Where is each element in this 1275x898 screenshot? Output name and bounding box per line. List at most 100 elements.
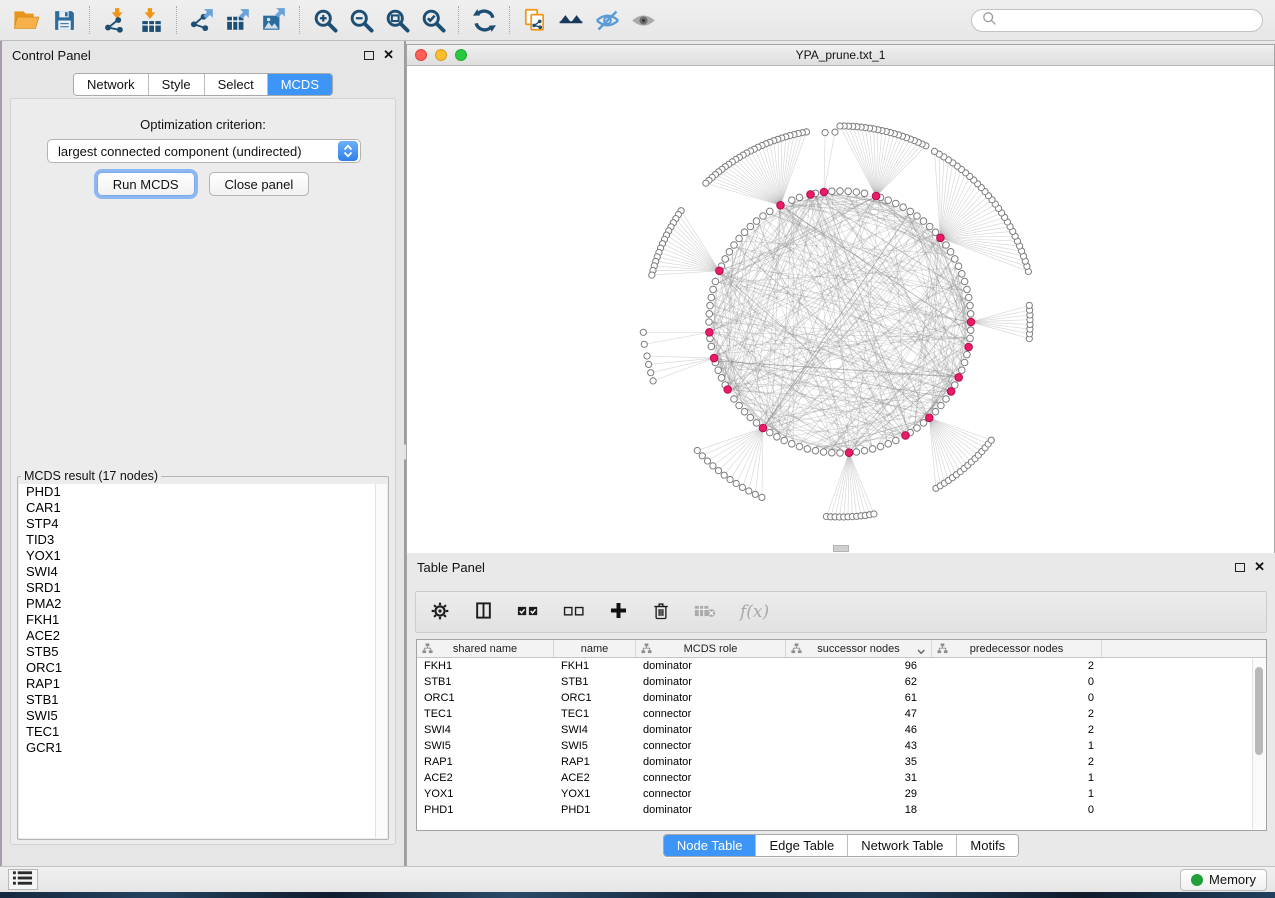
mcds-result-item[interactable]: PMA2 bbox=[19, 596, 387, 612]
mcds-result-item[interactable]: PHD1 bbox=[19, 484, 387, 500]
table-cell[interactable]: 31 bbox=[786, 772, 932, 784]
close-panel-icon[interactable]: ✕ bbox=[383, 50, 394, 60]
zoom-selected-button[interactable] bbox=[415, 3, 451, 37]
tab-network[interactable]: Network bbox=[74, 74, 149, 95]
column-header-successor-nodes[interactable]: successor nodes bbox=[786, 640, 932, 657]
column-header-predecessor-nodes[interactable]: predecessor nodes bbox=[932, 640, 1102, 657]
network-graph[interactable] bbox=[407, 66, 1274, 552]
mcds-result-item[interactable]: YOX1 bbox=[19, 548, 387, 564]
table-cell[interactable]: 1 bbox=[932, 740, 1102, 752]
tab-node-table[interactable]: Node Table bbox=[664, 835, 757, 856]
network-window-titlebar[interactable]: YPA_prune.txt_1 bbox=[407, 45, 1274, 66]
minimize-window-button[interactable] bbox=[435, 49, 447, 61]
table-cell[interactable]: YOX1 bbox=[417, 788, 554, 800]
export-table-button[interactable] bbox=[220, 3, 256, 37]
table-cell[interactable]: RAP1 bbox=[554, 756, 636, 768]
table-cell[interactable]: TEC1 bbox=[554, 708, 636, 720]
table-scrollbar[interactable] bbox=[1252, 659, 1265, 829]
find-neighbors-button[interactable] bbox=[553, 3, 589, 37]
scrollbar-thumb[interactable] bbox=[1255, 667, 1263, 755]
table-row[interactable]: YOX1YOX1connector291 bbox=[417, 786, 1266, 802]
table-cell[interactable]: ORC1 bbox=[417, 692, 554, 704]
table-cell[interactable]: connector bbox=[636, 708, 786, 720]
mcds-result-item[interactable]: TID3 bbox=[19, 532, 387, 548]
table-row[interactable]: RAP1RAP1dominator352 bbox=[417, 754, 1266, 770]
table-cell[interactable]: ACE2 bbox=[417, 772, 554, 784]
table-cell[interactable]: TEC1 bbox=[417, 708, 554, 720]
table-cell[interactable]: 1 bbox=[932, 788, 1102, 800]
table-cell[interactable]: 43 bbox=[786, 740, 932, 752]
close-window-button[interactable] bbox=[415, 49, 427, 61]
mcds-result-item[interactable]: ORC1 bbox=[19, 660, 387, 676]
table-row[interactable]: SWI5SWI5connector431 bbox=[417, 738, 1266, 754]
close-panel-button[interactable]: Close panel bbox=[209, 172, 310, 196]
hide-selected-button[interactable] bbox=[589, 3, 625, 37]
table-cell[interactable]: 35 bbox=[786, 756, 932, 768]
create-column-button[interactable] bbox=[609, 601, 628, 623]
table-cell[interactable]: 2 bbox=[932, 756, 1102, 768]
mcds-list-scrollbar[interactable] bbox=[375, 484, 387, 838]
table-cell[interactable]: 0 bbox=[932, 804, 1102, 816]
table-cell[interactable]: PHD1 bbox=[417, 804, 554, 816]
table-cell[interactable]: 0 bbox=[932, 676, 1102, 688]
mcds-result-item[interactable]: STB1 bbox=[19, 692, 387, 708]
format-columns-button[interactable] bbox=[474, 601, 493, 623]
table-row[interactable]: PHD1PHD1dominator180 bbox=[417, 802, 1266, 818]
table-cell[interactable]: connector bbox=[636, 772, 786, 784]
select-all-button[interactable] bbox=[517, 603, 539, 622]
zoom-out-button[interactable] bbox=[343, 3, 379, 37]
table-cell[interactable]: 47 bbox=[786, 708, 932, 720]
table-cell[interactable]: 2 bbox=[932, 660, 1102, 672]
column-header-name[interactable]: name bbox=[554, 640, 636, 657]
export-image-button[interactable] bbox=[256, 3, 292, 37]
table-row[interactable]: ORC1ORC1dominator610 bbox=[417, 690, 1266, 706]
table-cell[interactable]: YOX1 bbox=[554, 788, 636, 800]
table-cell[interactable]: 46 bbox=[786, 724, 932, 736]
table-cell[interactable]: 62 bbox=[786, 676, 932, 688]
table-cell[interactable]: 61 bbox=[786, 692, 932, 704]
table-cell[interactable]: 0 bbox=[932, 692, 1102, 704]
run-mcds-button[interactable]: Run MCDS bbox=[97, 172, 195, 196]
table-cell[interactable]: connector bbox=[636, 788, 786, 800]
table-row[interactable]: ACE2ACE2connector311 bbox=[417, 770, 1266, 786]
mcds-result-item[interactable]: STB5 bbox=[19, 644, 387, 660]
mcds-result-item[interactable]: GCR1 bbox=[19, 740, 387, 756]
export-network-button[interactable] bbox=[184, 3, 220, 37]
table-cell[interactable]: SWI5 bbox=[554, 740, 636, 752]
mcds-result-item[interactable]: SWI5 bbox=[19, 708, 387, 724]
mcds-result-list[interactable]: PHD1CAR1STP4TID3YOX1SWI4SRD1PMA2FKH1ACE2… bbox=[19, 484, 387, 838]
float-panel-icon[interactable] bbox=[364, 51, 374, 60]
tab-mcds[interactable]: MCDS bbox=[268, 74, 332, 95]
mcds-result-item[interactable]: SRD1 bbox=[19, 580, 387, 596]
table-cell[interactable]: dominator bbox=[636, 756, 786, 768]
show-hidden-button[interactable] bbox=[625, 3, 661, 37]
table-cell[interactable]: 2 bbox=[932, 724, 1102, 736]
table-cell[interactable]: dominator bbox=[636, 804, 786, 816]
mcds-result-item[interactable]: TEC1 bbox=[19, 724, 387, 740]
column-header-shared-name[interactable]: shared name bbox=[417, 640, 554, 657]
close-panel-icon[interactable]: ✕ bbox=[1254, 562, 1265, 572]
zoom-in-button[interactable] bbox=[307, 3, 343, 37]
mcds-result-item[interactable]: FKH1 bbox=[19, 612, 387, 628]
table-cell[interactable]: RAP1 bbox=[417, 756, 554, 768]
tab-edge-table[interactable]: Edge Table bbox=[756, 835, 848, 856]
table-cell[interactable]: dominator bbox=[636, 724, 786, 736]
table-cell[interactable]: dominator bbox=[636, 692, 786, 704]
table-cell[interactable]: 29 bbox=[786, 788, 932, 800]
graph-nodes[interactable] bbox=[640, 123, 1033, 520]
table-cell[interactable]: FKH1 bbox=[554, 660, 636, 672]
table-cell[interactable]: ORC1 bbox=[554, 692, 636, 704]
table-cell[interactable]: connector bbox=[636, 740, 786, 752]
table-cell[interactable]: 2 bbox=[932, 708, 1102, 720]
table-row[interactable]: FKH1FKH1dominator962 bbox=[417, 658, 1266, 674]
table-row[interactable]: TEC1TEC1connector472 bbox=[417, 706, 1266, 722]
apply-layout-button[interactable] bbox=[466, 3, 502, 37]
duplicate-network-button[interactable] bbox=[517, 3, 553, 37]
criterion-dropdown[interactable]: largest connected component (undirected) bbox=[47, 139, 361, 163]
table-cell[interactable]: 96 bbox=[786, 660, 932, 672]
table-cell[interactable]: SWI5 bbox=[417, 740, 554, 752]
table-row[interactable]: STB1STB1dominator620 bbox=[417, 674, 1266, 690]
deselect-all-button[interactable] bbox=[563, 603, 585, 622]
mcds-result-item[interactable]: SWI4 bbox=[19, 564, 387, 580]
table-mode-button[interactable] bbox=[430, 601, 450, 624]
